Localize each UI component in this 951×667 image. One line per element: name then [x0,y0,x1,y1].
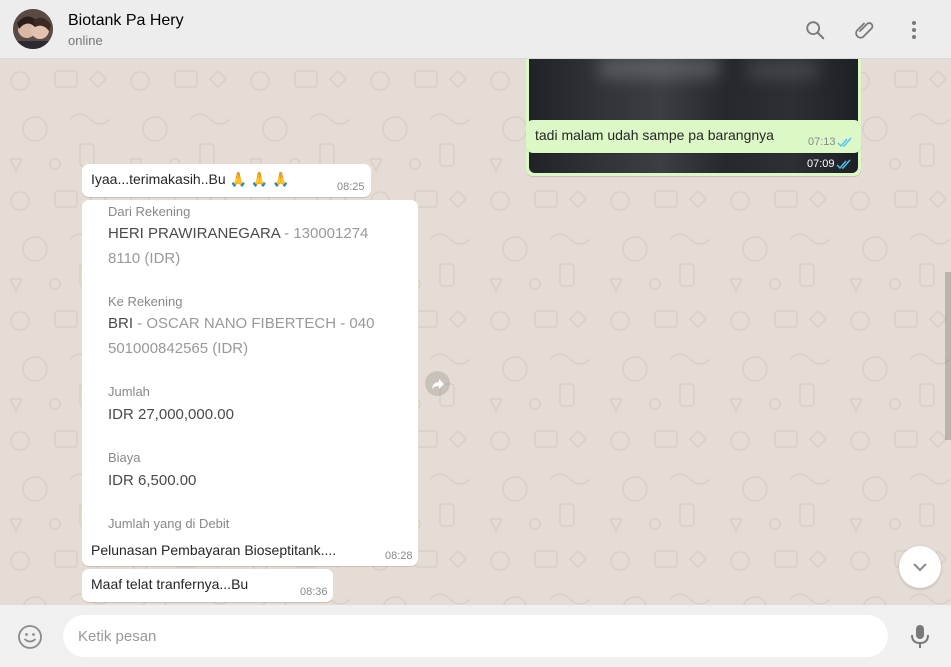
message-time: 07:09 [807,158,835,170]
mic-button[interactable] [908,623,932,649]
scroll-to-bottom-button[interactable] [899,546,941,588]
forward-icon [431,378,444,389]
search-icon[interactable] [802,17,828,43]
message-time: 08:36 [300,586,328,598]
receipt-caption: Pelunasan Pembayaran Bioseptitank.... [91,542,337,558]
message-time: 07:13 [808,136,836,148]
debit-label: Jumlah yang di Debit [108,516,230,531]
attach-icon[interactable] [852,17,878,43]
amount-label: Jumlah [108,384,150,399]
menu-icon[interactable] [901,17,927,43]
contact-name[interactable]: Biotank Pa Hery [68,12,184,30]
fee-label: Biaya [108,450,141,465]
forward-button[interactable] [425,371,450,396]
incoming-message[interactable]: Maaf telat tranfernya...Bu 08:36 [82,569,333,602]
message-text: tadi malam udah sampe pa barangnya [535,127,774,143]
from-account-line2: 8110 (IDR) [108,250,181,267]
contact-avatar[interactable] [13,9,53,49]
chevron-down-icon [913,563,927,572]
outgoing-message[interactable]: tadi malam udah sampe pa barangnya 07:13 [526,120,861,153]
blurred-photo[interactable] [529,59,858,173]
message-time: 08:28 [385,550,413,562]
microphone-icon [911,625,929,648]
transfer-receipt-message[interactable]: Dari Rekening HERI PRAWIRANEGARA - 13000… [82,200,418,566]
chat-panel[interactable]: 07:09 tadi malam udah sampe pa barangnya… [0,59,951,605]
from-account-label: Dari Rekening [108,204,191,219]
message-text: Maaf telat tranfernya...Bu [91,576,249,592]
message-text: Iyaa...terimakasih..Bu 🙏 🙏 🙏 [91,171,290,187]
chat-header: Biotank Pa Hery online [0,0,951,59]
emoji-icon [18,625,42,649]
incoming-message[interactable]: Iyaa...terimakasih..Bu 🙏 🙏 🙏 08:25 [82,164,371,197]
chat-scrollbar[interactable] [945,272,951,440]
read-ticks-icon [837,137,852,148]
message-input[interactable] [63,615,888,657]
to-account-line1: BRI - OSCAR NANO FIBERTECH - 040 [108,315,375,332]
image-message[interactable]: 07:09 [526,59,861,176]
contact-status: online [68,33,103,48]
composer-bar [0,605,951,667]
to-account-line2: 501000842565 (IDR) [108,340,249,357]
message-time: 08:25 [337,181,365,193]
read-ticks-icon [836,159,851,170]
amount-value: IDR 27,000,000.00 [108,406,234,423]
from-account-line1: HERI PRAWIRANEGARA - 130001274 [108,225,369,242]
fee-value: IDR 6,500.00 [108,472,197,489]
to-account-label: Ke Rekening [108,294,183,309]
emoji-button[interactable] [17,624,43,650]
